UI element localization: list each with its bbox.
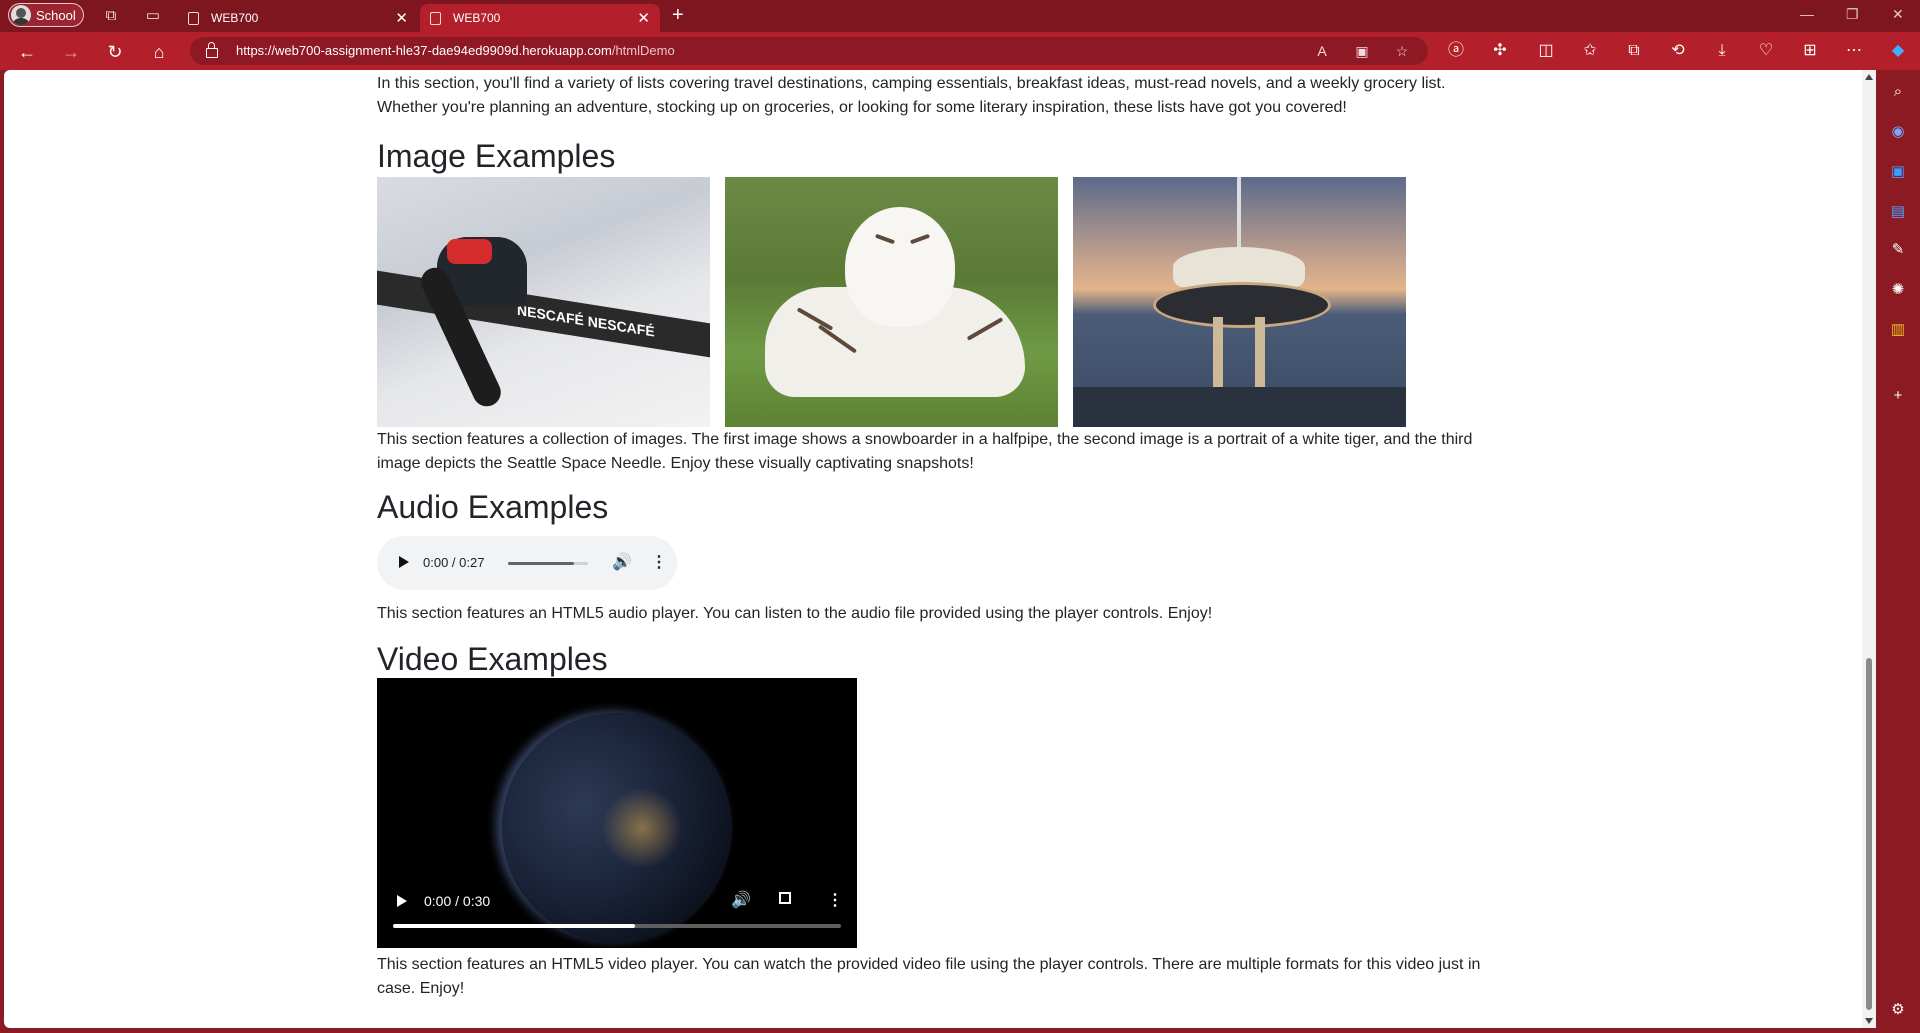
downloads-icon[interactable]: ⤓ xyxy=(1710,40,1734,62)
video-time: 0:00 / 0:30 xyxy=(424,893,491,909)
needle-top xyxy=(1173,247,1305,287)
audio-description: This section features an HTML5 audio pla… xyxy=(377,605,1213,622)
needle-deck xyxy=(1153,282,1331,328)
profile-button[interactable]: School xyxy=(8,3,84,27)
app-available-icon[interactable]: ▣ xyxy=(1352,41,1372,61)
close-window-icon[interactable]: ✕ xyxy=(1892,6,1904,23)
volume-icon[interactable]: 🔊 xyxy=(612,552,632,572)
more-options-icon[interactable]: ⋮ xyxy=(827,890,843,910)
lists-intro-text: In this section, you'll find a variety o… xyxy=(377,75,1446,116)
stats-icon[interactable]: ▥ xyxy=(1888,320,1908,340)
video-examples-heading: Video Examples xyxy=(377,641,608,677)
copilot-sidebar-icon[interactable]: ◉ xyxy=(1888,122,1908,142)
space-needle-image xyxy=(1073,177,1406,427)
video-progress-fill xyxy=(393,924,635,928)
collections-icon[interactable]: ⧉ xyxy=(1622,40,1646,62)
scroll-down-arrow-icon[interactable] xyxy=(1865,1018,1873,1024)
minimize-icon[interactable]: — xyxy=(1800,6,1814,22)
url-host: https://web700-assignment-hle37-dae94ed9… xyxy=(236,43,612,58)
tab-title: WEB700 xyxy=(453,11,501,25)
audio-time: 0:00 / 0:27 xyxy=(423,555,485,570)
extension-ae-icon[interactable]: ⓐ xyxy=(1444,40,1468,62)
translator-icon[interactable]: ▤ xyxy=(1888,202,1908,222)
fullscreen-icon[interactable] xyxy=(779,892,791,904)
edge-sidebar: ⌕ ◉ ▣ ▤ ✎ ✺ ▥ + ⚙ xyxy=(1876,70,1920,1033)
needle-spire xyxy=(1237,177,1241,247)
tab-actions-icon[interactable]: ▭ xyxy=(144,7,162,25)
performance-icon[interactable]: ♡ xyxy=(1754,40,1778,62)
image-examples-heading: Image Examples xyxy=(377,138,616,174)
video-progress-track[interactable] xyxy=(393,924,841,928)
settings-more-icon[interactable]: ⋯ xyxy=(1842,40,1866,62)
refresh-icon[interactable]: ↻ xyxy=(104,41,126,63)
copilot-icon[interactable]: ◆ xyxy=(1886,40,1910,62)
tab-web700-1[interactable]: WEB700 ✕ xyxy=(178,4,418,32)
favorites-icon[interactable]: ✩ xyxy=(1578,40,1602,62)
main-content: In this section, you'll find a variety o… xyxy=(377,70,1497,1001)
back-icon[interactable]: ← xyxy=(16,41,38,63)
page-viewport: In this section, you'll find a variety o… xyxy=(4,70,1876,1028)
history-icon[interactable]: ⟲ xyxy=(1666,40,1690,62)
navigation-toolbar: ← → ↻ ⌂ https://web700-assignment-hle37-… xyxy=(0,32,1920,70)
address-bar[interactable]: https://web700-assignment-hle37-dae94ed9… xyxy=(190,37,1428,65)
forward-icon[interactable]: → xyxy=(60,41,82,63)
play-icon[interactable] xyxy=(399,556,409,568)
rider-vest xyxy=(447,239,492,264)
workspaces-icon[interactable]: ⧉ xyxy=(102,7,120,25)
lock-icon[interactable] xyxy=(206,42,218,58)
audio-examples-heading: Audio Examples xyxy=(377,489,609,525)
favorite-star-icon[interactable]: ☆ xyxy=(1392,41,1412,61)
snowboarder-image: NESCAFÉ NESCAFÉ xyxy=(377,177,710,427)
image-description: This section features a collection of im… xyxy=(377,431,1473,472)
workspace-grid-icon[interactable]: ⊞ xyxy=(1798,40,1822,62)
vertical-scrollbar[interactable] xyxy=(1862,70,1876,1028)
extensions-icon[interactable]: ✣ xyxy=(1488,40,1512,62)
white-tiger-image xyxy=(725,177,1058,427)
title-bar: School ⧉ ▭ WEB700 ✕ WEB700 ✕ + — ❐ ✕ xyxy=(0,0,1920,32)
page-icon xyxy=(430,11,441,25)
audio-player[interactable]: 0:00 / 0:27 🔊 ⋮ xyxy=(377,536,677,590)
search-icon[interactable]: ⌕ xyxy=(1888,82,1908,102)
drop-icon[interactable]: ✎ xyxy=(1888,240,1908,260)
play-icon[interactable] xyxy=(397,895,407,907)
banner-text: NESCAFÉ NESCAFÉ xyxy=(517,301,655,340)
split-screen-icon[interactable]: ◫ xyxy=(1534,40,1558,62)
scroll-thumb[interactable] xyxy=(1866,658,1872,1010)
more-options-icon[interactable]: ⋮ xyxy=(651,552,667,572)
volume-fill xyxy=(508,562,574,565)
tiger-head xyxy=(845,207,955,327)
new-tab-icon[interactable]: + xyxy=(672,4,684,27)
page-icon xyxy=(188,11,199,25)
profile-label: School xyxy=(36,7,76,23)
restore-icon[interactable]: ❐ xyxy=(1846,6,1859,23)
read-aloud-icon[interactable]: A xyxy=(1312,41,1332,61)
close-icon[interactable]: ✕ xyxy=(395,9,408,27)
add-sidebar-icon[interactable]: + xyxy=(1888,386,1908,406)
video-description: This section features an HTML5 video pla… xyxy=(377,956,1481,997)
avatar xyxy=(11,5,31,25)
volume-icon[interactable]: 🔊 xyxy=(731,890,751,910)
close-icon[interactable]: ✕ xyxy=(637,9,650,27)
home-icon[interactable]: ⌂ xyxy=(148,41,170,63)
city-skyline xyxy=(1073,387,1406,427)
sidebar-settings-icon[interactable]: ⚙ xyxy=(1888,1000,1908,1020)
url-text[interactable]: https://web700-assignment-hle37-dae94ed9… xyxy=(236,43,675,58)
scroll-up-arrow-icon[interactable] xyxy=(1865,74,1873,80)
url-path: /htmlDemo xyxy=(611,43,675,58)
image-row: NESCAFÉ NESCAFÉ xyxy=(377,177,1497,427)
audio-volume-slider[interactable] xyxy=(508,562,588,565)
openai-icon[interactable]: ✺ xyxy=(1888,280,1908,300)
earth-frame xyxy=(502,713,732,943)
tab-web700-2[interactable]: WEB700 ✕ xyxy=(420,4,660,32)
video-player[interactable]: 0:00 / 0:30 🔊 ⋮ xyxy=(377,678,857,948)
tab-title: WEB700 xyxy=(211,11,259,25)
outlook-icon[interactable]: ▣ xyxy=(1888,162,1908,182)
